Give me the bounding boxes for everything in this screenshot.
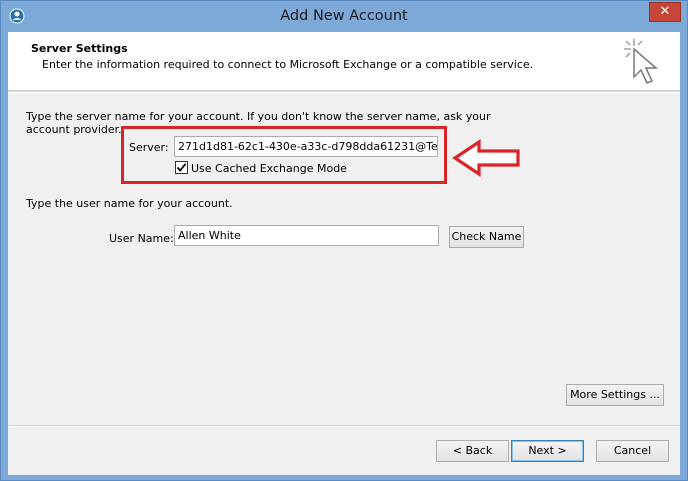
close-icon: ✕ xyxy=(659,4,671,19)
back-button[interactable]: < Back xyxy=(436,440,509,462)
title-bar: Add New Account ✕ xyxy=(1,1,687,32)
annotation-highlight-box xyxy=(121,126,447,184)
header-separator xyxy=(8,91,680,93)
server-instruction-line1: Type the server name for your account. I… xyxy=(26,110,491,123)
user-instruction: Type the user name for your account. xyxy=(26,197,233,210)
window-title: Add New Account xyxy=(280,8,408,24)
next-button[interactable]: Next > xyxy=(511,440,584,462)
red-arrow-left-icon xyxy=(452,139,522,177)
server-instruction-line2: account provider. xyxy=(26,123,122,136)
close-button[interactable]: ✕ xyxy=(649,2,681,22)
page-description: Enter the information required to connec… xyxy=(42,58,534,71)
footer-separator xyxy=(8,425,680,427)
page-title: Server Settings xyxy=(31,42,128,55)
header-band: Server Settings Enter the information re… xyxy=(8,32,680,91)
cancel-button[interactable]: Cancel xyxy=(596,440,669,462)
more-settings-button[interactable]: More Settings ... xyxy=(566,384,664,406)
user-name-label: User Name: xyxy=(109,232,174,245)
cursor-sparkle-icon xyxy=(620,37,666,85)
add-account-window: Add New Account ✕ Server Settings Enter … xyxy=(0,0,688,481)
check-name-button[interactable]: Check Name xyxy=(449,226,524,248)
user-name-input[interactable]: Allen White xyxy=(174,225,439,246)
dialog-body: Server Settings Enter the information re… xyxy=(8,32,680,475)
